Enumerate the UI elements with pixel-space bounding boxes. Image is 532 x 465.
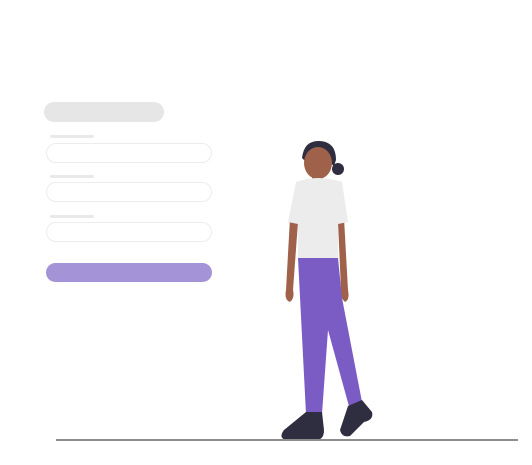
shoe-back <box>340 400 373 437</box>
person-walking-illustration <box>281 140 373 440</box>
form-title-placeholder <box>44 102 164 122</box>
shoe-front <box>281 412 324 440</box>
ground-line <box>56 439 518 441</box>
text-input-placeholder <box>46 222 212 242</box>
field-label-placeholder <box>50 175 94 178</box>
left-arm <box>285 218 298 302</box>
head <box>304 147 332 179</box>
text-input-placeholder <box>46 182 212 202</box>
pants <box>298 258 362 414</box>
shirt <box>288 178 348 260</box>
field-label-placeholder <box>50 215 94 218</box>
submit-button-placeholder <box>46 263 212 282</box>
illustration-canvas <box>0 0 532 465</box>
field-label-placeholder <box>50 135 94 138</box>
text-input-placeholder <box>46 143 212 163</box>
